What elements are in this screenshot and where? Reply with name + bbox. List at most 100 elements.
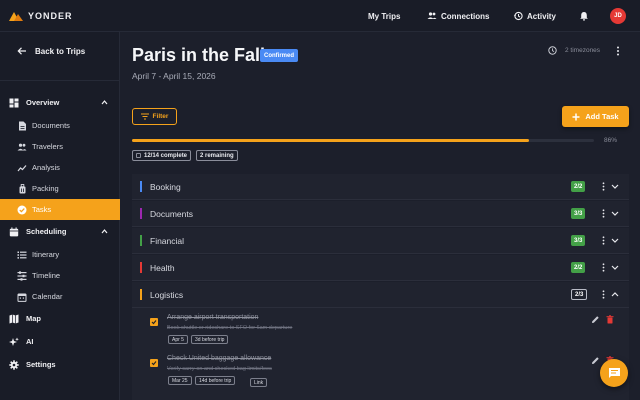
- category-color-bar: [140, 208, 142, 219]
- more-vertical-icon[interactable]: [601, 236, 606, 245]
- nav-my-trips-label: My Trips: [368, 11, 401, 21]
- sidebar-item-itinerary[interactable]: Itinerary: [0, 244, 120, 265]
- remaining-count-chip[interactable]: 2 remaining: [196, 150, 238, 161]
- more-vertical-icon[interactable]: [601, 263, 606, 272]
- progress-bar-fill: [132, 139, 530, 142]
- more-vertical-icon[interactable]: [601, 209, 606, 218]
- calendar-icon: [9, 226, 19, 237]
- filter-label: Filter: [152, 113, 169, 120]
- brand-logo[interactable]: YONDER: [9, 10, 73, 21]
- brand-name: YONDER: [28, 10, 73, 21]
- filter-button[interactable]: Filter: [132, 108, 177, 125]
- category-name: Logistics: [150, 289, 184, 300]
- dashboard-icon: [9, 98, 19, 108]
- timezones-indicator[interactable]: 2 timezones: [548, 46, 600, 55]
- progress-percent: 86%: [604, 137, 618, 144]
- chevron-up-icon: [101, 229, 108, 234]
- sidebar-item-label: Travelers: [32, 142, 63, 151]
- sidebar-item-analysis[interactable]: Analysis: [0, 157, 120, 178]
- add-task-button[interactable]: Add Task: [562, 106, 629, 127]
- task-link-tag[interactable]: Link: [250, 378, 268, 387]
- chevron-down-icon[interactable]: [611, 210, 619, 217]
- category-name: Booking: [150, 181, 181, 192]
- chart-icon: [17, 163, 27, 173]
- sidebar-item-documents[interactable]: Documents: [0, 115, 120, 136]
- task-checkbox[interactable]: [150, 318, 158, 326]
- task-title: Check United baggage allowance: [167, 355, 272, 362]
- category-name: Financial: [150, 235, 185, 246]
- chat-icon: [608, 368, 620, 378]
- sidebar-section-overview[interactable]: Overview: [0, 92, 120, 113]
- check-icon: [151, 361, 157, 366]
- more-vertical-icon[interactable]: [601, 290, 606, 299]
- check-icon: [151, 320, 157, 325]
- task-due-date-tag: Mar 25: [168, 376, 192, 385]
- bell-icon[interactable]: [579, 11, 589, 21]
- filter-icon: [140, 113, 149, 120]
- sidebar-item-ai[interactable]: AI: [0, 331, 120, 352]
- category-row-logistics[interactable]: Logistics 2/3: [132, 282, 629, 308]
- sidebar-item-label: Settings: [26, 360, 56, 369]
- sidebar-item-timeline[interactable]: Timeline: [0, 265, 120, 286]
- category-row-documents[interactable]: Documents 3/3: [132, 201, 629, 227]
- nav-connections-label: Connections: [441, 11, 490, 21]
- checkbox-icon: [136, 153, 141, 158]
- sidebar-item-packing[interactable]: Packing: [0, 178, 120, 199]
- nav-activity-label: Activity: [527, 11, 556, 21]
- sidebar-item-tasks[interactable]: Tasks: [0, 199, 120, 220]
- clock-icon: [548, 46, 557, 55]
- chat-fab-button[interactable]: [600, 359, 628, 387]
- category-row-booking[interactable]: Booking 2/2: [132, 174, 629, 200]
- back-to-trips-label: Back to Trips: [35, 46, 86, 56]
- logistics-task-list: Arrange airport transportation Book shut…: [132, 308, 629, 400]
- more-vertical-icon[interactable]: [615, 46, 621, 56]
- edit-pencil-icon[interactable]: [591, 356, 600, 365]
- task-checkbox[interactable]: [150, 359, 158, 367]
- nav-connections[interactable]: Connections: [427, 0, 489, 32]
- task-offset-tag: 3d before trip: [191, 335, 229, 344]
- remaining-count-label: 2 remaining: [200, 152, 234, 159]
- category-row-financial[interactable]: Financial 3/3: [132, 228, 629, 254]
- people-icon: [427, 12, 437, 19]
- more-vertical-icon[interactable]: [601, 182, 606, 191]
- nav-activity[interactable]: Activity: [513, 0, 556, 32]
- timeline-icon: [17, 270, 27, 281]
- chevron-down-icon[interactable]: [611, 183, 619, 190]
- avatar[interactable]: JD: [610, 8, 626, 24]
- delete-trash-icon[interactable]: [606, 315, 614, 324]
- category-color-bar: [140, 235, 142, 246]
- task-title: Arrange airport transportation: [167, 314, 259, 321]
- plus-icon: [572, 113, 580, 120]
- sidebar-item-label: Map: [26, 314, 41, 323]
- category-row-health[interactable]: Health 2/2: [132, 255, 629, 281]
- nav-my-trips[interactable]: My Trips: [368, 0, 400, 32]
- chevron-down-icon[interactable]: [611, 237, 619, 244]
- category-color-bar: [140, 289, 142, 300]
- sidebar-item-travelers[interactable]: Travelers: [0, 136, 120, 157]
- timezones-label: 2 timezones: [565, 47, 601, 54]
- sidebar-section-overview-label: Overview: [26, 98, 60, 107]
- page-title: Paris in the Fall: [132, 45, 266, 65]
- document-icon: [17, 121, 27, 131]
- sidebar-item-settings[interactable]: Settings: [0, 354, 120, 375]
- edit-pencil-icon[interactable]: [591, 315, 600, 324]
- mountain-logo-icon: [9, 12, 23, 21]
- status-badge: Confirmed: [260, 49, 298, 62]
- complete-count-chip[interactable]: 12/14 complete: [132, 150, 192, 161]
- chevron-up-icon[interactable]: [611, 291, 619, 298]
- sidebar-item-calendar[interactable]: Calendar: [0, 286, 120, 307]
- back-to-trips-link[interactable]: Back to Trips: [17, 46, 85, 56]
- sidebar-item-map[interactable]: Map: [0, 308, 120, 329]
- chevron-down-icon[interactable]: [611, 264, 619, 271]
- main-content: Paris in the Fall Confirmed April 7 - Ap…: [121, 32, 640, 400]
- sidebar-section-scheduling[interactable]: Scheduling: [0, 221, 120, 242]
- top-bar: YONDER My Trips Connections Activity JD: [0, 0, 640, 32]
- category-color-bar: [140, 181, 142, 192]
- sidebar-item-label: Timeline: [32, 271, 61, 280]
- task-description: Book shuttle or rideshare to SFO for 6am…: [167, 325, 293, 331]
- complete-count-label: 12/14 complete: [144, 152, 188, 159]
- task-description: Verify carry-on and checked bag limits/f…: [167, 366, 272, 372]
- category-count-badge: 3/3: [571, 235, 586, 246]
- sidebar-item-label: Tasks: [32, 205, 52, 214]
- sparkle-icon: [9, 337, 19, 347]
